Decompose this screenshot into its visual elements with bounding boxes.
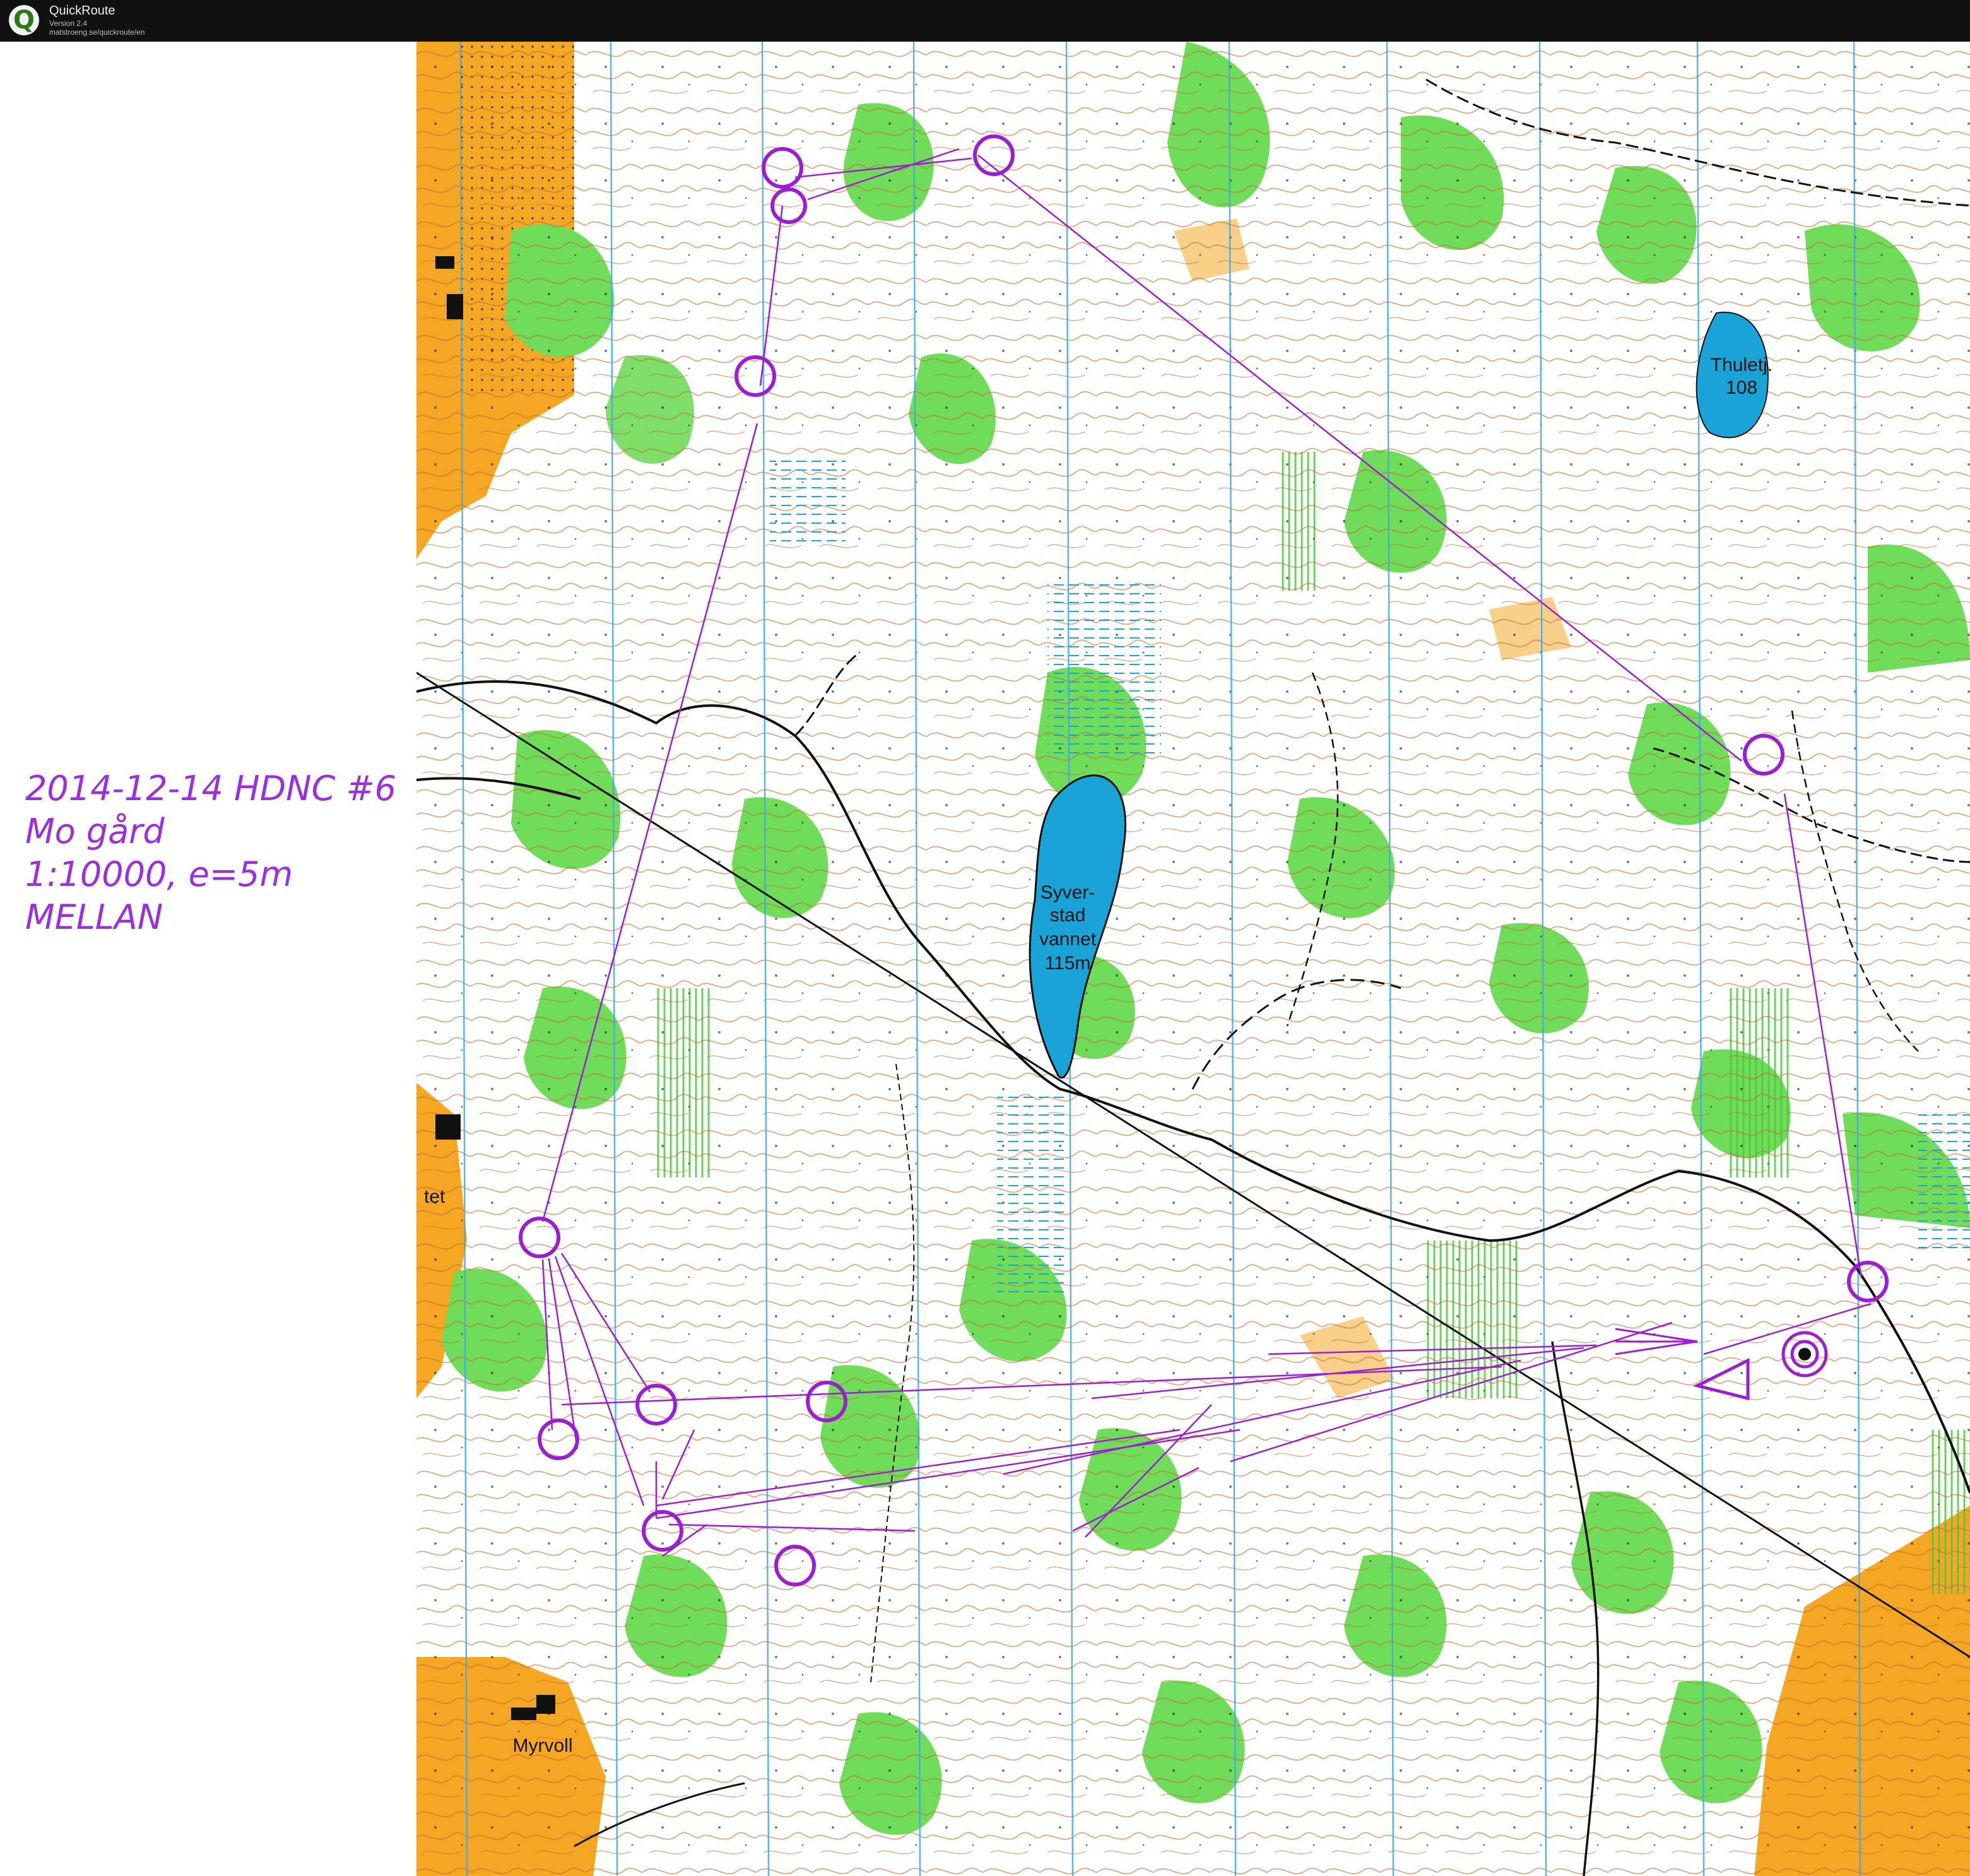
place-label-myrvoll: Myrvoll bbox=[513, 1735, 573, 1756]
lake-label-line4: 115m bbox=[1045, 953, 1091, 974]
place-label-tet: tet bbox=[424, 1186, 445, 1207]
event-location: Mo gård bbox=[25, 811, 165, 851]
lake-label-line2: stad bbox=[1050, 905, 1086, 926]
quickroute-q-icon: Q bbox=[9, 5, 39, 35]
thuletj-label-line1: Thuletj. bbox=[1711, 355, 1772, 375]
title-bar: Q QuickRoute Version 2.4 matstroeng.se/q… bbox=[0, 0, 1970, 42]
orienteering-map[interactable]: Syver- stad vannet 115m Thuletj. 108 Myr… bbox=[416, 42, 1970, 1876]
thuletj-label-line2: 108 bbox=[1726, 377, 1757, 398]
app-version: Version 2.4 bbox=[49, 19, 88, 28]
app-name: QuickRoute bbox=[49, 4, 115, 18]
course-name: MELLAN bbox=[25, 897, 163, 937]
map-info-text: 2014-12-14 HDNC #6 Mo gård 1:10000, e=5m… bbox=[25, 767, 396, 939]
app-url: matstroeng.se/quickroute/en bbox=[49, 28, 145, 37]
event-title: 2014-12-14 HDNC #6 bbox=[25, 769, 397, 808]
map-scale: 1:10000, e=5m bbox=[25, 854, 293, 894]
map-svg[interactable]: Syver- stad vannet 115m Thuletj. 108 Myr… bbox=[416, 42, 1970, 1876]
lake-label-line3: vannet bbox=[1039, 929, 1097, 950]
lake-label-line1: Syver- bbox=[1041, 882, 1095, 903]
map-margin-panel: 2014-12-14 HDNC #6 Mo gård 1:10000, e=5m… bbox=[0, 42, 416, 1876]
